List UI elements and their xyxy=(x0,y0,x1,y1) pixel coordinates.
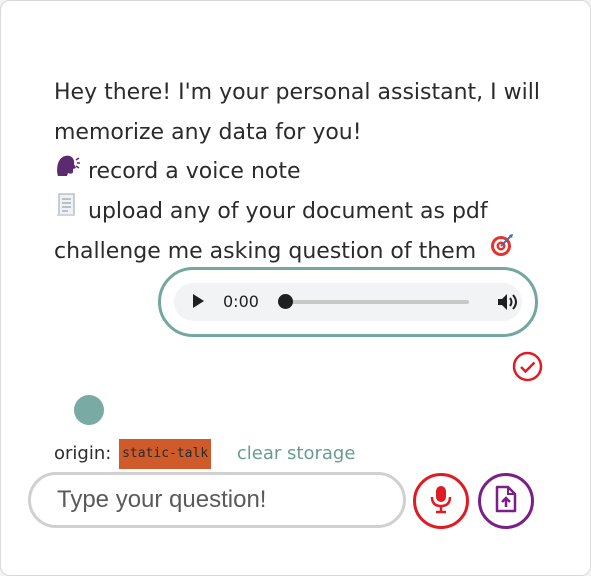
audio-seek-bar[interactable] xyxy=(286,300,469,304)
audio-time: 0:00 xyxy=(223,292,259,311)
origin-label: origin: xyxy=(54,443,112,464)
greeting-upload-text: upload any of your document as pdf xyxy=(88,198,488,224)
chat-card: Hey there! I'm your personal assistant, … xyxy=(0,0,591,576)
record-voice-button[interactable] xyxy=(413,473,469,529)
play-icon[interactable] xyxy=(193,294,204,308)
speaking-head-icon xyxy=(54,152,80,192)
origin-row: origin: static-talk clear storage xyxy=(54,439,355,469)
audio-player[interactable]: 0:00 xyxy=(174,283,522,321)
assistant-greeting: Hey there! I'm your personal assistant, … xyxy=(54,73,554,271)
volume-icon[interactable] xyxy=(496,292,520,312)
greeting-voice-line: record a voice note xyxy=(54,152,554,192)
greeting-voice-text: record a voice note xyxy=(88,159,301,184)
origin-tag: static-talk xyxy=(119,439,212,469)
microphone-icon xyxy=(429,484,453,518)
greeting-upload-line: upload any of your document as pdf xyxy=(54,192,554,232)
greeting-intro: Hey there! I'm your personal assistant, … xyxy=(54,80,540,145)
typing-indicator-dot xyxy=(74,395,104,425)
question-input[interactable] xyxy=(28,472,406,528)
greeting-challenge-text: challenge me asking question of them xyxy=(54,238,477,264)
audio-seek-thumb[interactable] xyxy=(278,294,293,309)
upload-document-button[interactable] xyxy=(478,473,534,529)
voice-note-bubble: 0:00 xyxy=(158,267,538,337)
greeting-challenge-line: challenge me asking question of them xyxy=(54,232,554,272)
document-icon xyxy=(54,192,80,232)
target-icon xyxy=(489,232,515,272)
file-upload-icon xyxy=(495,485,517,517)
check-circle-icon xyxy=(512,351,543,382)
clear-storage-link[interactable]: clear storage xyxy=(237,443,356,464)
